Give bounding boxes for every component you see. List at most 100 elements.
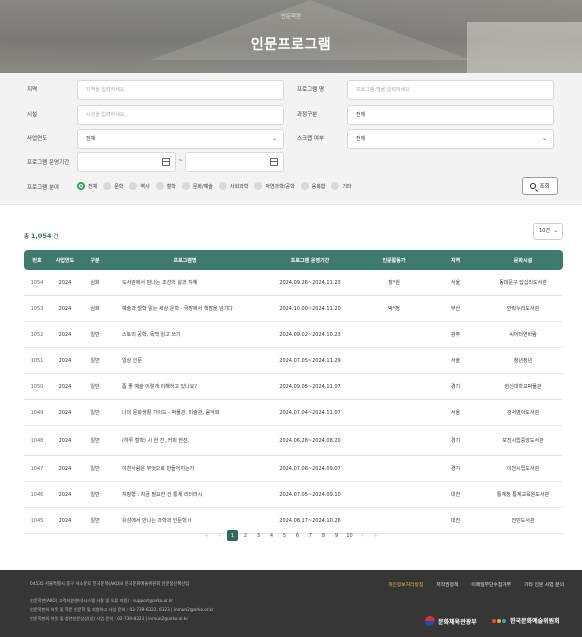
cell-facility: 청년정년 bbox=[483, 348, 563, 374]
footer-link-email-refusal[interactable]: 이메일무단수집거부 bbox=[471, 581, 511, 588]
page-title: 인문프로그램 bbox=[250, 37, 332, 53]
period-start-input[interactable] bbox=[77, 152, 176, 172]
cell-facility: 이천시립도서관 bbox=[483, 456, 563, 482]
cell-type: 일반 bbox=[80, 426, 110, 456]
footer-link-copyright[interactable]: 저작권정책 bbox=[436, 581, 458, 588]
cell-year: 2024 bbox=[50, 322, 80, 348]
total-suffix: 건 bbox=[53, 234, 59, 240]
field-radio-convergence[interactable]: 융복합 bbox=[300, 182, 325, 190]
page-button-5[interactable]: 5 bbox=[279, 530, 290, 541]
page-size-value: 10건 bbox=[539, 228, 550, 234]
footer-info-support: 인문학판(AKO) 고객지원센터(시스템 사용 및 오류 지원) : suppo… bbox=[30, 598, 174, 603]
last-page-button[interactable]: » bbox=[370, 530, 381, 541]
calendar-icon[interactable] bbox=[270, 158, 278, 166]
year-select[interactable]: 전체 ⌄ bbox=[77, 129, 284, 149]
page-button-8[interactable]: 8 bbox=[318, 530, 329, 541]
scrap-label: 스크랩 여부 bbox=[297, 136, 325, 142]
page-button-2[interactable]: 2 bbox=[240, 530, 251, 541]
table-row[interactable]: 1049 2024 일반 나의 문화생활 가이드 - 박물관, 미술관, 음악회… bbox=[24, 400, 563, 426]
page-button-4[interactable]: 4 bbox=[266, 530, 277, 541]
cell-period: 2024.07.06~2024.09.07 bbox=[260, 456, 360, 482]
table-row[interactable]: 1053 2024 심화 예술과 철학 읽는 세상 문학 · 극장에서 책장을 … bbox=[24, 296, 563, 322]
cell-program-title[interactable]: 지팡형 : 지금 필요한 건 통계 리터러시 bbox=[110, 482, 260, 508]
page-button-10[interactable]: 10 bbox=[344, 530, 355, 541]
field-radio-all[interactable]: 전체 bbox=[77, 182, 97, 190]
cell-facility: 씨어터연바람 bbox=[483, 322, 563, 348]
field-radio-natural-science[interactable]: 자연과학/공학 bbox=[254, 182, 295, 190]
radio-label: 문학 bbox=[114, 183, 124, 190]
cell-region: 경기 bbox=[428, 456, 483, 482]
field-radio-culture-art[interactable]: 문화/예술 bbox=[181, 182, 213, 190]
cell-number: 1048 bbox=[24, 426, 50, 456]
course-select[interactable]: 전체 bbox=[347, 105, 554, 125]
radio-dot bbox=[77, 182, 85, 190]
cell-program-title[interactable]: 나의 문화생활 가이드 - 박물관, 미술관, 음악회 bbox=[110, 400, 260, 426]
field-radio-social-science[interactable]: 사회과학 bbox=[218, 182, 248, 190]
period-end-input[interactable] bbox=[185, 152, 284, 172]
table-row[interactable]: 1050 2024 일반 좀 좋 예술 이렇게 이해하고 있나요? 2024.0… bbox=[24, 374, 563, 400]
period-separator: ~ bbox=[178, 157, 184, 164]
column-header-number: 번호 bbox=[24, 250, 50, 270]
prev-page-button[interactable]: ‹ bbox=[214, 530, 225, 541]
cell-program-title[interactable]: 예술과 철학 읽는 세상 문학 · 극장에서 책장을 넘기다 bbox=[110, 296, 260, 322]
footer-address: 04535 서울특별시 중구 서소문로 한국문학(AKO)II 한국문화예술위원… bbox=[30, 582, 190, 587]
region-input[interactable]: 지역을 입력하세요. bbox=[77, 80, 284, 100]
facility-input[interactable]: 시설을 입력하세요. bbox=[77, 105, 284, 125]
total-count: 총 1,054 건 bbox=[24, 232, 58, 240]
arko-logo[interactable]: 한국문화예술위원회 bbox=[492, 616, 560, 625]
page-size-select[interactable]: 10건 ⌄ bbox=[533, 223, 563, 240]
cell-program-title[interactable]: 좀 좋 예술 이렇게 이해하고 있나요? bbox=[110, 374, 260, 400]
field-radio-literature[interactable]: 문학 bbox=[103, 182, 123, 190]
table-row[interactable]: 1052 2024 일반 스토리 공학, 독백 읽고 쓰기 2024.09.02… bbox=[24, 322, 563, 348]
cell-program-title[interactable]: 이천사람은 무엇으로 만들어지는가 bbox=[110, 456, 260, 482]
table-row[interactable]: 1047 2024 일반 이천사람은 무엇으로 만들어지는가 2024.07.0… bbox=[24, 456, 563, 482]
radio-label: 역사 bbox=[140, 183, 150, 190]
footer-link-inquiry[interactable]: 기타 인문 사업 문의 bbox=[524, 581, 564, 588]
table-row[interactable]: 1051 2024 일반 일상 인문 2024.07.05~2024.11.29… bbox=[24, 348, 563, 374]
cell-program-title[interactable]: 스토리 공학, 독백 읽고 쓰기 bbox=[110, 322, 260, 348]
page-button-7[interactable]: 7 bbox=[305, 530, 316, 541]
cell-number: 1052 bbox=[24, 322, 50, 348]
cell-number: 1050 bbox=[24, 374, 50, 400]
cell-year: 2024 bbox=[50, 296, 80, 322]
program-name-input[interactable]: 프로그램 명을 입력하세요. bbox=[347, 80, 554, 100]
page-button-9[interactable]: 9 bbox=[331, 530, 342, 541]
footer-link-privacy[interactable]: 개인정보처리방침 bbox=[388, 581, 423, 588]
cell-type: 일반 bbox=[80, 348, 110, 374]
first-page-button[interactable]: « bbox=[201, 530, 212, 541]
cell-facility: 안락누리도서관 bbox=[483, 296, 563, 322]
footer-info-contact-1: 인문학판의 아웃 및 학문 인문학 및 지원하고 사업 문의 : 02-739-… bbox=[30, 607, 214, 612]
cell-activist: 장*원 bbox=[360, 270, 428, 296]
cell-program-title[interactable]: (하루 철학) 시 한 잔, 커피 한잔, bbox=[110, 426, 260, 456]
scrap-select[interactable]: 전체 ⌄ bbox=[347, 129, 554, 149]
cell-type: 일반 bbox=[80, 456, 110, 482]
page-button-1[interactable]: 1 bbox=[227, 530, 238, 541]
cell-number: 1046 bbox=[24, 482, 50, 508]
radio-dot bbox=[103, 182, 112, 190]
field-radio-philosophy[interactable]: 철학 bbox=[155, 182, 176, 190]
field-radio-etc[interactable]: 기타 bbox=[331, 182, 352, 190]
calendar-icon[interactable] bbox=[162, 158, 170, 166]
radio-label: 기타 bbox=[342, 183, 352, 190]
footer: 04535 서울특별시 중구 서소문로 한국문학(AKO)II 한국문화예술위원… bbox=[0, 570, 582, 637]
radio-dot bbox=[331, 182, 340, 190]
table-row[interactable]: 1046 2024 일반 지팡형 : 지금 필요한 건 통계 리터러시 2024… bbox=[24, 482, 563, 508]
radio-label: 철학 bbox=[166, 183, 176, 190]
field-radio-history[interactable]: 역사 bbox=[129, 182, 150, 190]
cell-program-title[interactable]: 도서관에서 만나는 조선의 삶과 지혜 bbox=[110, 270, 260, 296]
search-button[interactable]: 조회 bbox=[522, 177, 558, 195]
cell-program-title[interactable]: 일상 인문 bbox=[110, 348, 260, 374]
page-button-3[interactable]: 3 bbox=[253, 530, 264, 541]
year-label: 사업연도 bbox=[27, 136, 48, 142]
cell-number: 1051 bbox=[24, 348, 50, 374]
cell-facility: 한신대학교박물관 bbox=[483, 374, 563, 400]
cell-type: 일반 bbox=[80, 482, 110, 508]
radio-dot bbox=[254, 182, 263, 190]
next-page-button[interactable]: › bbox=[357, 530, 368, 541]
cell-number: 1049 bbox=[24, 400, 50, 426]
table-row[interactable]: 1054 2024 심화 도서관에서 만나는 조선의 삶과 지혜 2024.09… bbox=[24, 270, 563, 296]
cell-year: 2024 bbox=[50, 374, 80, 400]
ministry-logo[interactable]: 문화체육관광부 bbox=[425, 616, 477, 626]
table-row[interactable]: 1048 2024 일반 (하루 철학) 시 한 잔, 커피 한잔, 2024.… bbox=[24, 426, 563, 456]
page-button-6[interactable]: 6 bbox=[292, 530, 303, 541]
